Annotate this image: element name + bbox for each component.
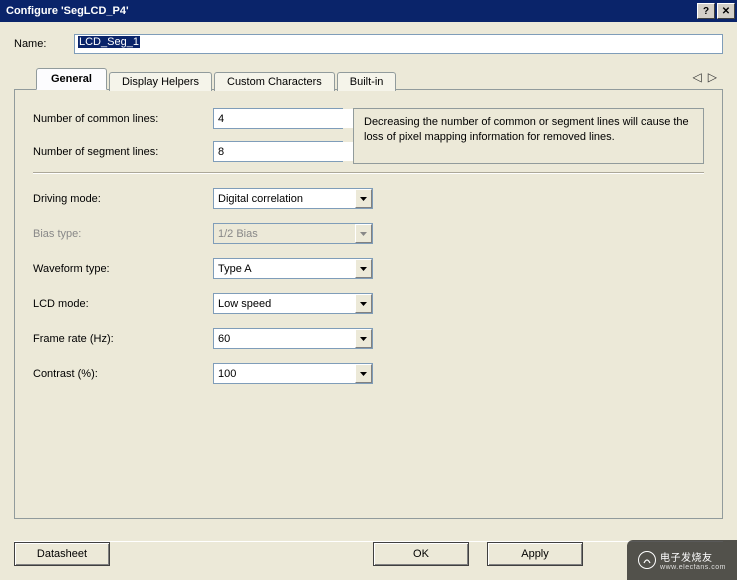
name-value: LCD_Seg_1 bbox=[78, 36, 140, 48]
watermark: 电子发烧友 www.elecfans.com bbox=[627, 540, 737, 580]
footer: Datasheet OK Apply bbox=[14, 541, 723, 566]
label-contrast: Contrast (%): bbox=[33, 368, 203, 380]
tab-built-in[interactable]: Built-in bbox=[337, 72, 397, 91]
apply-button[interactable]: Apply bbox=[487, 542, 583, 566]
combo-waveform-type[interactable]: Type A bbox=[213, 258, 373, 279]
name-input[interactable]: LCD_Seg_1 bbox=[74, 34, 723, 54]
close-button[interactable]: ✕ bbox=[717, 3, 735, 19]
label-bias-type: Bias type: bbox=[33, 228, 203, 240]
combo-bias-type-value: 1/2 Bias bbox=[214, 224, 355, 243]
titlebar-buttons: ? ✕ bbox=[697, 3, 735, 19]
tab-body: Decreasing the number of common or segme… bbox=[14, 89, 723, 519]
tab-display-helpers[interactable]: Display Helpers bbox=[109, 72, 212, 91]
chevron-down-icon[interactable] bbox=[355, 189, 372, 208]
combo-waveform-type-value: Type A bbox=[214, 259, 355, 278]
input-segment-lines-value[interactable] bbox=[214, 142, 364, 161]
label-frame-rate: Frame rate (Hz): bbox=[33, 333, 203, 345]
label-waveform-type: Waveform type: bbox=[33, 263, 203, 275]
fields-main: Driving mode: Digital correlation Bias t… bbox=[33, 188, 704, 384]
chevron-down-icon[interactable] bbox=[355, 259, 372, 278]
name-row: Name: LCD_Seg_1 bbox=[14, 34, 723, 54]
tab-custom-characters[interactable]: Custom Characters bbox=[214, 72, 335, 91]
help-button[interactable]: ? bbox=[697, 3, 715, 19]
ok-button[interactable]: OK bbox=[373, 542, 469, 566]
chevron-down-icon[interactable] bbox=[355, 364, 372, 383]
combo-lcd-mode[interactable]: Low speed bbox=[213, 293, 373, 314]
combo-lcd-mode-value: Low speed bbox=[214, 294, 355, 313]
input-segment-lines[interactable] bbox=[213, 141, 343, 162]
info-box: Decreasing the number of common or segme… bbox=[353, 108, 704, 164]
combo-bias-type: 1/2 Bias bbox=[213, 223, 373, 244]
chevron-down-icon bbox=[355, 224, 372, 243]
combo-frame-rate[interactable]: 60 bbox=[213, 328, 373, 349]
chevron-down-icon[interactable] bbox=[355, 294, 372, 313]
input-common-lines-value[interactable] bbox=[214, 109, 364, 128]
combo-contrast[interactable]: 100 bbox=[213, 363, 373, 384]
label-common-lines: Number of common lines: bbox=[33, 113, 203, 125]
window-title: Configure 'SegLCD_P4' bbox=[6, 5, 697, 17]
watermark-icon bbox=[638, 551, 656, 569]
combo-frame-rate-value: 60 bbox=[214, 329, 355, 348]
tab-general[interactable]: General bbox=[36, 68, 107, 90]
client-area: Name: LCD_Seg_1 General Display Helpers … bbox=[0, 22, 737, 580]
combo-driving-mode[interactable]: Digital correlation bbox=[213, 188, 373, 209]
chevron-down-icon[interactable] bbox=[355, 329, 372, 348]
combo-contrast-value: 100 bbox=[214, 364, 355, 383]
titlebar: Configure 'SegLCD_P4' ? ✕ bbox=[0, 0, 737, 22]
label-driving-mode: Driving mode: bbox=[33, 193, 203, 205]
name-label: Name: bbox=[14, 38, 64, 50]
label-lcd-mode: LCD mode: bbox=[33, 298, 203, 310]
combo-driving-mode-value: Digital correlation bbox=[214, 189, 355, 208]
datasheet-button[interactable]: Datasheet bbox=[14, 542, 110, 566]
label-segment-lines: Number of segment lines: bbox=[33, 146, 203, 158]
tab-area: General Display Helpers Custom Character… bbox=[14, 68, 723, 519]
tabstrip: General Display Helpers Custom Character… bbox=[14, 68, 723, 90]
info-text: Decreasing the number of common or segme… bbox=[364, 116, 689, 143]
watermark-text: 电子发烧友 www.elecfans.com bbox=[660, 549, 726, 571]
input-common-lines[interactable] bbox=[213, 108, 343, 129]
separator bbox=[33, 172, 704, 174]
